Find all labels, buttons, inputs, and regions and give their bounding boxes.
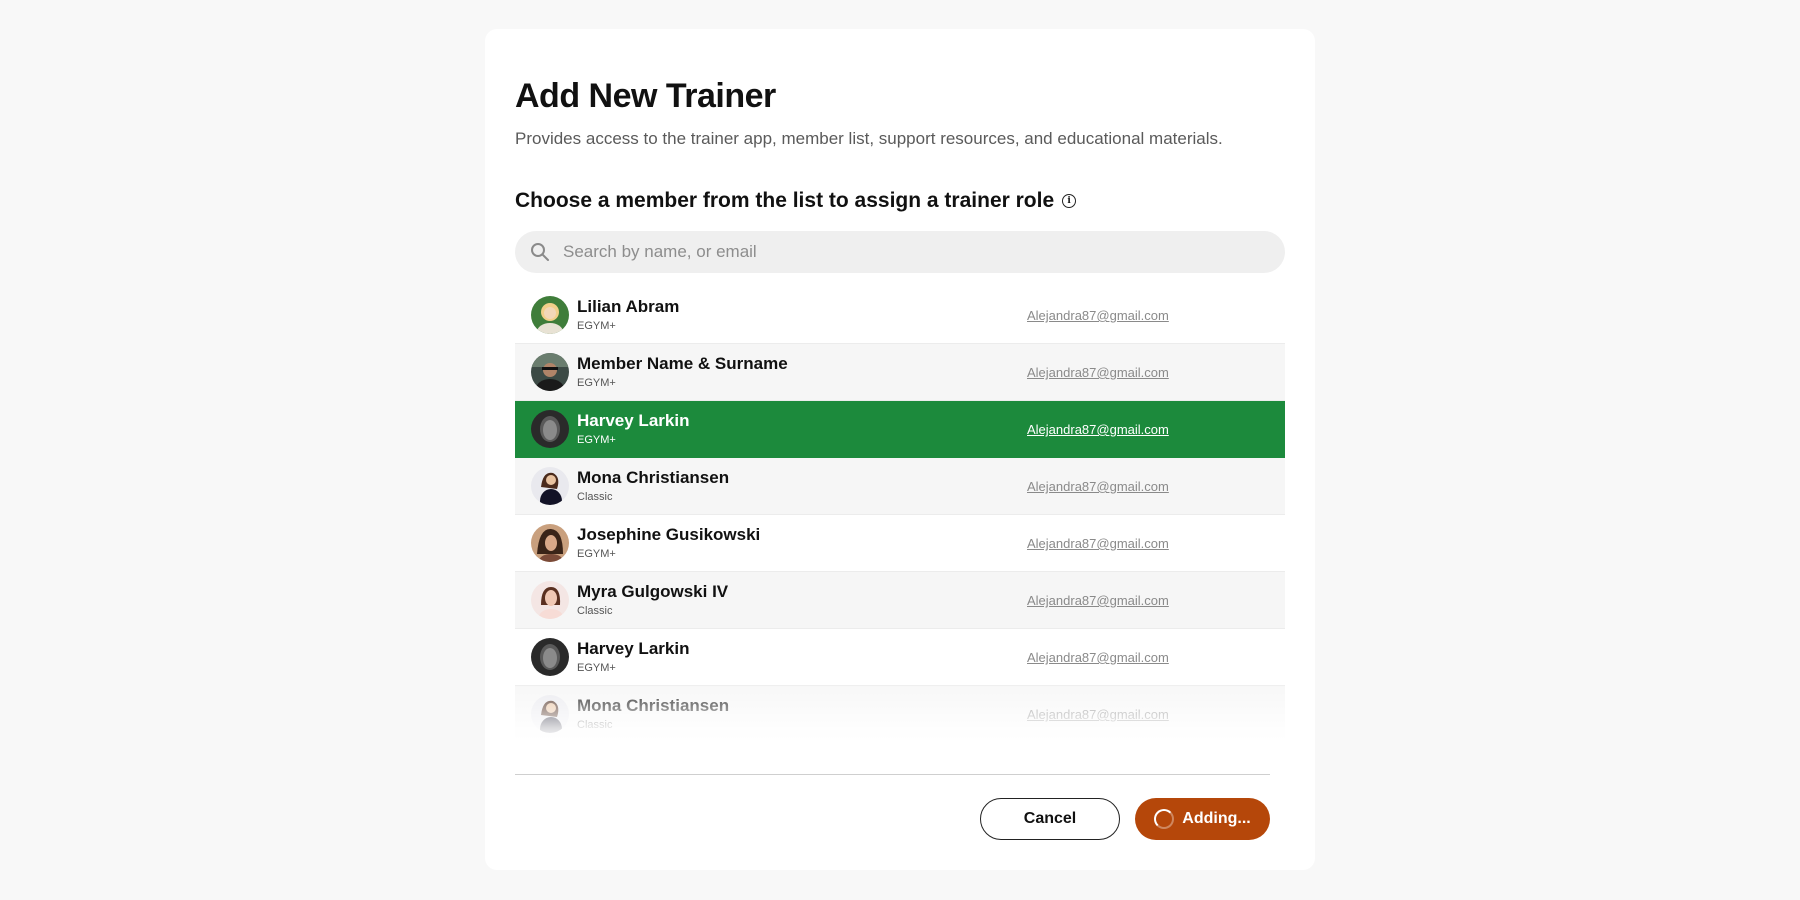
footer-divider [515,774,1270,775]
adding-button-label: Adding... [1182,810,1251,827]
adding-button[interactable]: Adding... [1135,798,1270,840]
avatar [531,581,569,619]
member-email-link[interactable]: Alejandra87@gmail.com [1027,308,1169,323]
search-icon [529,241,551,263]
member-email-link[interactable]: Alejandra87@gmail.com [1027,536,1169,551]
section-heading: Choose a member from the list to assign … [515,189,1077,213]
member-row-selected[interactable]: Harvey Larkin EGYM+ Alejandra87@gmail.co… [515,401,1285,458]
member-row[interactable]: Member Name & Surname EGYM+ Alejandra87@… [515,344,1285,401]
member-plan: EGYM+ [577,548,616,560]
search-bar[interactable] [515,231,1285,273]
member-row[interactable]: Harvey Larkin EGYM+ Alejandra87@gmail.co… [515,629,1285,686]
member-list: Lilian Abram EGYM+ Alejandra87@gmail.com… [515,287,1285,741]
spinner-icon [1154,809,1175,829]
member-row[interactable]: Myra Gulgowski IV Classic Alejandra87@gm… [515,572,1285,629]
member-email-link[interactable]: Alejandra87@gmail.com [1027,707,1169,722]
member-name: Member Name & Surname [577,354,788,373]
member-plan: EGYM+ [577,377,616,389]
member-row[interactable]: Mona Christiansen Classic Alejandra87@gm… [515,686,1285,741]
dialog-subtitle: Provides access to the trainer app, memb… [515,129,1223,148]
cancel-button[interactable]: Cancel [980,798,1120,840]
member-email-link[interactable]: Alejandra87@gmail.com [1027,479,1169,494]
add-trainer-dialog: Add New Trainer Provides access to the t… [485,29,1315,870]
dialog-title: Add New Trainer [515,77,776,115]
member-plan: Classic [577,719,613,731]
avatar [531,695,569,733]
section-heading-text: Choose a member from the list to assign … [515,189,1055,212]
search-input[interactable] [561,241,1265,263]
avatar [531,524,569,562]
member-email-link[interactable]: Alejandra87@gmail.com [1027,650,1169,665]
member-email-link[interactable]: Alejandra87@gmail.com [1027,593,1169,608]
member-email-link[interactable]: Alejandra87@gmail.com [1027,365,1169,380]
member-plan: Classic [577,605,613,617]
member-plan: EGYM+ [577,434,616,446]
member-email-link[interactable]: Alejandra87@gmail.com [1027,422,1169,437]
avatar [531,296,569,334]
member-row[interactable]: Mona Christiansen Classic Alejandra87@gm… [515,458,1285,515]
avatar [531,467,569,505]
member-name: Mona Christiansen [577,468,730,487]
info-icon[interactable]: i [1062,194,1077,208]
member-plan: EGYM+ [577,320,616,332]
avatar [531,638,569,676]
member-plan: EGYM+ [577,662,616,674]
member-row[interactable]: Josephine Gusikowski EGYM+ Alejandra87@g… [515,515,1285,572]
member-name: Lilian Abram [577,297,680,316]
member-row[interactable]: Lilian Abram EGYM+ Alejandra87@gmail.com [515,287,1285,344]
member-name: Mona Christiansen [577,696,730,715]
member-name: Harvey Larkin [577,411,690,430]
member-name: Harvey Larkin [577,639,690,658]
avatar [531,410,569,448]
avatar [531,353,569,391]
member-name: Myra Gulgowski IV [577,582,729,601]
member-name: Josephine Gusikowski [577,525,761,544]
member-plan: Classic [577,491,613,503]
